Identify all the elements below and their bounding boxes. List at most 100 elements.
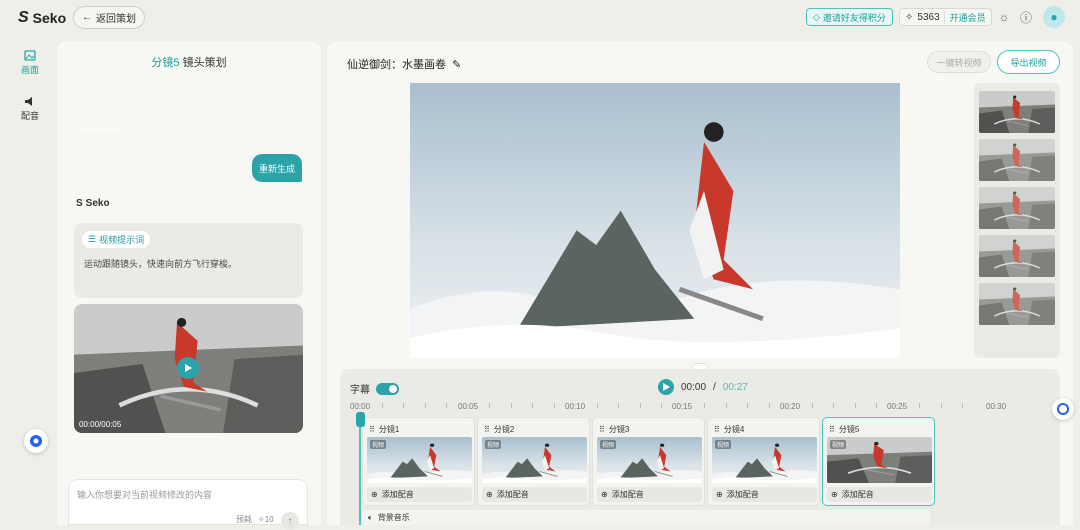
frame-thumb-2[interactable] bbox=[979, 139, 1055, 181]
add-voice-button[interactable]: ⊕ 添加配音 bbox=[367, 487, 472, 502]
clip-thumbnail: 视频 bbox=[367, 437, 472, 483]
clip-2[interactable]: ⠿ 分镜2 视频 ⊕ 添加配音 bbox=[477, 417, 590, 506]
ruler-tick bbox=[876, 403, 877, 408]
export-video-button[interactable]: 导出视频 bbox=[997, 50, 1060, 74]
drag-handle-icon[interactable]: ⠿ bbox=[829, 425, 835, 434]
plus-circle-icon: ⊕ bbox=[601, 490, 608, 499]
play-button[interactable] bbox=[177, 357, 199, 379]
ruler-label: 00:30 bbox=[986, 402, 1007, 411]
ruler-label: 00:20 bbox=[780, 402, 801, 411]
back-to-planning-button[interactable]: ← 返回策划 bbox=[73, 6, 145, 29]
assistant-label: Seko bbox=[85, 198, 110, 209]
clip-thumbnail: 视频 bbox=[827, 437, 932, 483]
ruler-tick bbox=[403, 403, 404, 408]
frame-thumb-image bbox=[979, 91, 1055, 133]
rail-item-image[interactable]: 画面 bbox=[14, 50, 46, 76]
ruler-tick bbox=[941, 403, 942, 408]
chat-bubble-icon bbox=[1057, 403, 1069, 415]
add-voice-button[interactable]: ⊕ 添加配音 bbox=[712, 487, 817, 502]
frame-thumb-5[interactable] bbox=[979, 283, 1055, 325]
add-voice-button[interactable]: ⊕ 添加配音 bbox=[597, 487, 702, 502]
assistant-name: S Seko bbox=[76, 198, 110, 209]
chat-float-button[interactable] bbox=[24, 429, 48, 453]
frame-thumb-image bbox=[979, 187, 1055, 229]
drag-handle-icon[interactable]: ⠿ bbox=[714, 425, 720, 434]
preview-image bbox=[410, 83, 900, 358]
vip-link[interactable]: 开通会员 bbox=[943, 10, 986, 24]
clip-4[interactable]: ⠿ 分镜4 视频 ⊕ 添加配音 bbox=[707, 417, 820, 506]
timeline-play-button[interactable] bbox=[658, 379, 674, 395]
clip-title-text: 分镜5 bbox=[838, 425, 860, 434]
prompt-text: 运动跟随镜头，快速向前方飞行穿梭。 bbox=[84, 259, 238, 269]
clip-title: ⠿ 分镜5 bbox=[829, 424, 859, 435]
video-badge: 视频 bbox=[830, 440, 847, 449]
video-badge: 视频 bbox=[715, 440, 732, 449]
prompt-chip-label: 视频提示词 bbox=[99, 235, 145, 245]
playhead-handle[interactable] bbox=[356, 412, 365, 427]
ruler-tick bbox=[747, 403, 748, 408]
convert-video-button[interactable]: 一键转视频 bbox=[927, 51, 991, 73]
help-icon[interactable]: ⓘ bbox=[1018, 9, 1034, 25]
video-prompt-chip[interactable]: ☰ 视频提示词 bbox=[82, 231, 151, 248]
regenerate-button[interactable]: 重新生成 bbox=[252, 154, 302, 182]
video-timecode: 00:00/00:05 bbox=[79, 126, 122, 135]
clip-1[interactable]: ⠿ 分镜1 视频 ⊕ 添加配音 bbox=[362, 417, 475, 506]
drag-handle-icon[interactable]: ⠿ bbox=[484, 425, 490, 434]
sparkle-icon: ✧ bbox=[905, 11, 914, 23]
drag-handle-icon[interactable]: ⠿ bbox=[599, 425, 605, 434]
add-voice-button[interactable]: ⊕ 添加配音 bbox=[827, 487, 932, 502]
plus-circle-icon: ⊕ bbox=[831, 490, 838, 499]
ruler-tick bbox=[704, 403, 705, 408]
app-logo[interactable]: S Seko bbox=[18, 9, 66, 27]
sun-icon[interactable]: ☼ bbox=[996, 9, 1012, 25]
ruler-tick bbox=[532, 403, 533, 408]
ruler-tick bbox=[446, 403, 447, 408]
ruler-label: 00:10 bbox=[565, 402, 586, 411]
video-result-2[interactable]: 00:00/00:05 bbox=[74, 304, 303, 433]
sparkle-icon: ✧10 bbox=[258, 515, 274, 524]
logo-text: Seko bbox=[32, 10, 67, 26]
frame-thumb-image bbox=[979, 235, 1055, 277]
frame-thumb-4[interactable] bbox=[979, 235, 1055, 277]
music-label: 背景音乐 bbox=[377, 513, 410, 522]
subtitle-toggle-group: 字幕 bbox=[350, 381, 399, 396]
ruler-tick bbox=[812, 403, 813, 408]
clip-3[interactable]: ⠿ 分镜3 视频 ⊕ 添加配音 bbox=[592, 417, 705, 506]
music-speaker-icon: 🔈︎ bbox=[368, 512, 373, 522]
clip-5[interactable]: ⠿ 分镜5 视频 ⊕ 添加配音 bbox=[822, 417, 935, 506]
background-music-track[interactable]: 🔈︎ 背景音乐 bbox=[362, 510, 930, 525]
rail-item-voice[interactable]: 配音 bbox=[14, 96, 46, 122]
rail-label-image: 画面 bbox=[20, 65, 39, 75]
avatar-icon[interactable]: ● bbox=[1043, 6, 1065, 28]
assistant-float-button[interactable] bbox=[1052, 398, 1074, 420]
project-title-text: 仙逆御剑：水墨画卷 bbox=[347, 59, 446, 71]
ruler-tick bbox=[511, 403, 512, 408]
frame-thumb-1[interactable] bbox=[979, 91, 1055, 133]
edit-input-placeholder: 输入你想要对当前视频修改的内容 bbox=[77, 490, 213, 500]
ruler-tick bbox=[382, 403, 383, 408]
back-label: 返回策划 bbox=[96, 14, 136, 25]
frame-thumb-3[interactable] bbox=[979, 187, 1055, 229]
ruler-tick bbox=[597, 403, 598, 408]
drag-handle-icon[interactable]: ⠿ bbox=[369, 425, 375, 434]
edit-pencil-icon[interactable]: ✎ bbox=[452, 58, 461, 71]
play-icon bbox=[185, 364, 192, 372]
video-badge: 视频 bbox=[485, 440, 502, 449]
video-result-1[interactable]: 00:00/00:05 bbox=[74, 86, 303, 139]
credits-widget[interactable]: ✧ 5363 开通会员 bbox=[899, 8, 992, 26]
video-preview[interactable] bbox=[410, 83, 900, 358]
clip-title-text: 分镜3 bbox=[608, 425, 630, 434]
input-footer: 预耗 ✧10 bbox=[236, 514, 274, 525]
regenerate-label: 重新生成 bbox=[258, 163, 295, 174]
ruler-tick bbox=[425, 403, 426, 408]
invite-button[interactable]: ◇ 邀请好友得积分 bbox=[806, 8, 893, 26]
add-voice-button[interactable]: ⊕ 添加配音 bbox=[482, 487, 587, 502]
ruler-tick bbox=[726, 403, 727, 408]
rail-label-voice: 配音 bbox=[20, 111, 39, 121]
ruler-tick bbox=[554, 403, 555, 408]
send-button[interactable]: ↑ bbox=[281, 512, 299, 530]
logo-mark-icon: S bbox=[76, 198, 83, 209]
panel-title: 分镜5 镜头策划 bbox=[57, 54, 321, 70]
clip-title: ⠿ 分镜2 bbox=[484, 424, 514, 435]
subtitle-toggle[interactable] bbox=[376, 382, 399, 395]
